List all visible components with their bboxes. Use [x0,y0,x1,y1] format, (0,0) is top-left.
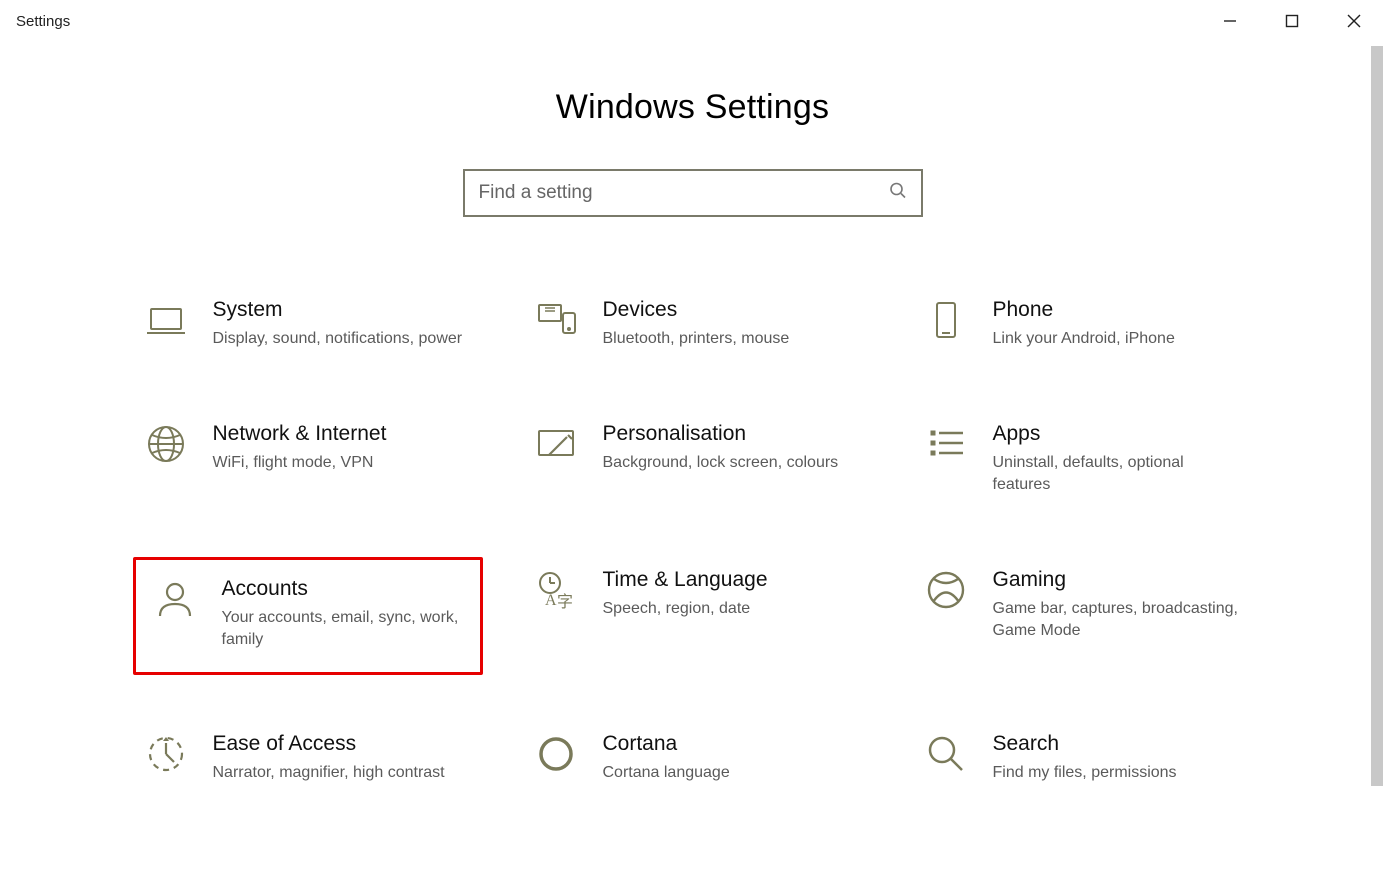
tile-text: Accounts Your accounts, email, sync, work… [222,576,470,652]
tile-title: Time & Language [603,567,855,592]
close-button[interactable] [1323,0,1385,42]
tile-text: Phone Link your Android, iPhone [993,297,1253,351]
tile-description: Game bar, captures, broadcasting, Game M… [993,598,1245,643]
search-icon [889,182,907,205]
settings-tile-devices[interactable]: Devices Bluetooth, printers, mouse [523,287,873,365]
tile-title: Gaming [993,567,1245,592]
apps-icon [923,423,969,469]
settings-tile-personalisation[interactable]: Personalisation Background, lock screen, … [523,411,873,511]
scrollbar[interactable] [1369,42,1385,886]
tile-title: Network & Internet [213,421,465,446]
search-box[interactable] [463,169,923,217]
tile-text: Personalisation Background, lock screen, … [603,421,863,497]
settings-tile-apps[interactable]: Apps Uninstall, defaults, optional featur… [913,411,1263,511]
settings-grid: System Display, sound, notifications, pow… [123,287,1263,798]
tile-description: Your accounts, email, sync, work, family [222,607,462,652]
window-controls [1199,0,1385,42]
settings-tile-system[interactable]: System Display, sound, notifications, pow… [133,287,483,365]
page-title: Windows Settings [0,88,1385,127]
tile-title: Ease of Access [213,731,465,756]
close-icon [1347,14,1361,28]
settings-tile-phone[interactable]: Phone Link your Android, iPhone [913,287,1263,365]
scrollbar-thumb[interactable] [1371,46,1383,786]
tile-description: Speech, region, date [603,598,855,620]
tile-text: Ease of Access Narrator, magnifier, high … [213,731,473,785]
tile-description: Cortana language [603,762,855,784]
tile-text: System Display, sound, notifications, pow… [213,297,473,351]
titlebar: Settings [0,0,1385,42]
tile-text: Devices Bluetooth, printers, mouse [603,297,863,351]
cortana-icon [533,733,579,779]
personalise-icon [533,423,579,469]
settings-tile-network-internet[interactable]: Network & Internet WiFi, flight mode, VPN [133,411,483,511]
maximize-button[interactable] [1261,0,1323,42]
window-title: Settings [16,13,70,30]
tile-title: Apps [993,421,1245,446]
ease-icon [143,733,189,779]
tile-title: Search [993,731,1245,756]
devices-icon [533,299,579,345]
phone-icon [923,299,969,345]
tile-description: Background, lock screen, colours [603,452,855,474]
minimize-button[interactable] [1199,0,1261,42]
search-wrap [0,169,1385,217]
tile-title: Phone [993,297,1245,322]
tile-title: Personalisation [603,421,855,446]
tile-title: Devices [603,297,855,322]
settings-tile-ease-of-access[interactable]: Ease of Access Narrator, magnifier, high … [133,721,483,799]
tile-text: Apps Uninstall, defaults, optional featur… [993,421,1253,497]
tile-title: System [213,297,465,322]
settings-tile-time-language[interactable]: Time & Language Speech, region, date [523,557,873,675]
laptop-icon [143,299,189,345]
settings-tile-accounts[interactable]: Accounts Your accounts, email, sync, work… [133,557,483,675]
tile-description: Display, sound, notifications, power [213,328,465,350]
tile-text: Gaming Game bar, captures, broadcasting, … [993,567,1253,661]
tile-description: Bluetooth, printers, mouse [603,328,855,350]
tile-title: Accounts [222,576,462,601]
tile-description: WiFi, flight mode, VPN [213,452,465,474]
search-input[interactable] [477,181,909,205]
tile-description: Uninstall, defaults, optional features [993,452,1245,497]
tile-description: Find my files, permissions [993,762,1245,784]
tile-text: Network & Internet WiFi, flight mode, VPN [213,421,473,497]
person-icon [152,578,198,624]
settings-tile-gaming[interactable]: Gaming Game bar, captures, broadcasting, … [913,557,1263,675]
tile-text: Search Find my files, permissions [993,731,1253,785]
timelang-icon [533,569,579,615]
tile-title: Cortana [603,731,855,756]
tile-description: Link your Android, iPhone [993,328,1245,350]
settings-tile-search[interactable]: Search Find my files, permissions [913,721,1263,799]
tile-text: Cortana Cortana language [603,731,863,785]
tile-text: Time & Language Speech, region, date [603,567,863,661]
minimize-icon [1223,14,1237,28]
maximize-icon [1285,14,1299,28]
settings-tile-cortana[interactable]: Cortana Cortana language [523,721,873,799]
globe-icon [143,423,189,469]
tile-description: Narrator, magnifier, high contrast [213,762,465,784]
magnify-icon [923,733,969,779]
xbox-icon [923,569,969,615]
